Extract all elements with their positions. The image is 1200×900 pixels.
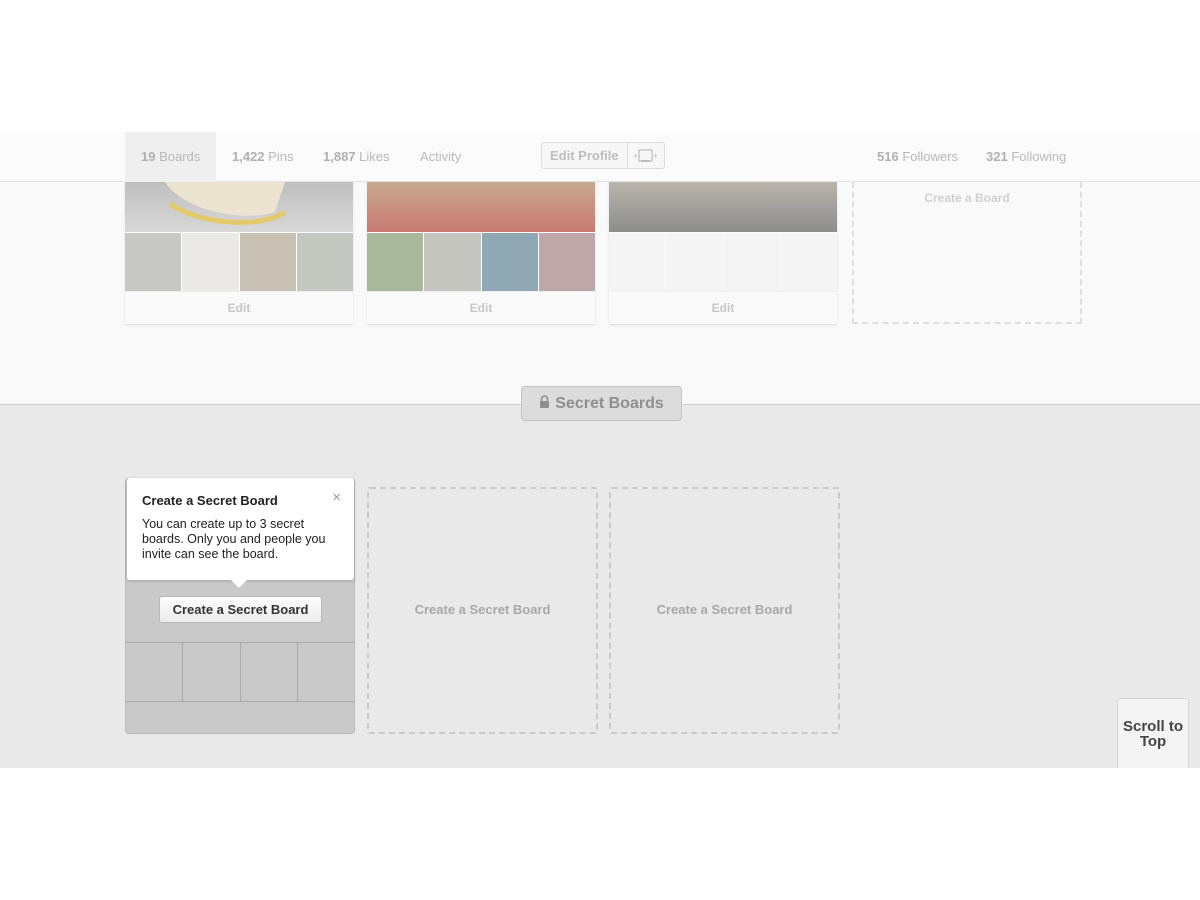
tab-boards[interactable]: 19 Boards: [125, 132, 217, 182]
lock-icon: [539, 387, 550, 420]
board-cover-image: [125, 182, 353, 232]
tooltip-body: You can create up to 3 secret boards. On…: [142, 517, 326, 561]
board-card[interactable]: Edit: [609, 182, 837, 324]
create-secret-board-button[interactable]: Create a Secret Board: [159, 596, 322, 623]
board-cover-image: [609, 182, 837, 232]
tab-count: 1,887: [323, 149, 356, 164]
following-count: 321: [986, 149, 1008, 164]
board-edit-button[interactable]: Edit: [367, 291, 595, 324]
secret-board-tooltip: Create a Secret Board You can create up …: [127, 478, 354, 588]
close-icon[interactable]: ×: [332, 489, 341, 506]
following-label: Following: [1011, 149, 1067, 164]
create-secret-board-placeholder[interactable]: Create a Secret Board: [367, 487, 598, 734]
create-board-button[interactable]: Create a Board: [852, 182, 1082, 324]
board-edit-button[interactable]: Edit: [125, 291, 353, 324]
tab-label: Pins: [268, 149, 294, 164]
board-card[interactable]: Edit: [125, 182, 353, 324]
tab-label: Boards: [159, 149, 201, 164]
board-edit-button[interactable]: Edit: [609, 291, 837, 324]
board-cover-image: [367, 182, 595, 232]
tab-activity[interactable]: Activity: [404, 132, 477, 182]
tab-likes[interactable]: 1,887 Likes: [307, 132, 406, 182]
board-thumbnails: [367, 233, 595, 291]
svg-text:+: +: [633, 151, 638, 161]
tab-count: 19: [141, 149, 156, 164]
following-link[interactable]: 321 Following: [970, 132, 1082, 182]
tab-pins[interactable]: 1,422 Pins: [216, 132, 309, 182]
tab-label: Activity: [420, 149, 462, 164]
secret-boards-title: Secret Boards: [555, 395, 664, 412]
edit-profile-button[interactable]: Edit Profile: [542, 143, 628, 168]
board-thumbnails: [125, 233, 353, 291]
edit-profile-group: Edit Profile + +: [541, 142, 665, 169]
tooltip-arrow: [231, 580, 247, 588]
followers-link[interactable]: 516 Followers: [861, 132, 974, 182]
secret-board-thumbnails: [126, 642, 354, 702]
tab-count: 1,422: [232, 149, 265, 164]
add-profile-icon[interactable]: + +: [628, 143, 664, 168]
scroll-to-top-button[interactable]: Scroll to Top: [1117, 698, 1189, 768]
followers-count: 516: [877, 149, 899, 164]
board-card[interactable]: Edit: [367, 182, 595, 324]
secret-boards-header: Secret Boards: [521, 386, 682, 421]
profile-page: Edit Edit Edit Create a Board 19 Boards …: [0, 0, 1200, 900]
followers-label: Followers: [902, 149, 958, 164]
svg-text:+: +: [653, 151, 658, 161]
tooltip-title: Create a Secret Board: [142, 493, 278, 508]
create-secret-board-placeholder[interactable]: Create a Secret Board: [609, 487, 840, 734]
tab-label: Likes: [359, 149, 390, 164]
board-thumbnails: [609, 233, 837, 291]
